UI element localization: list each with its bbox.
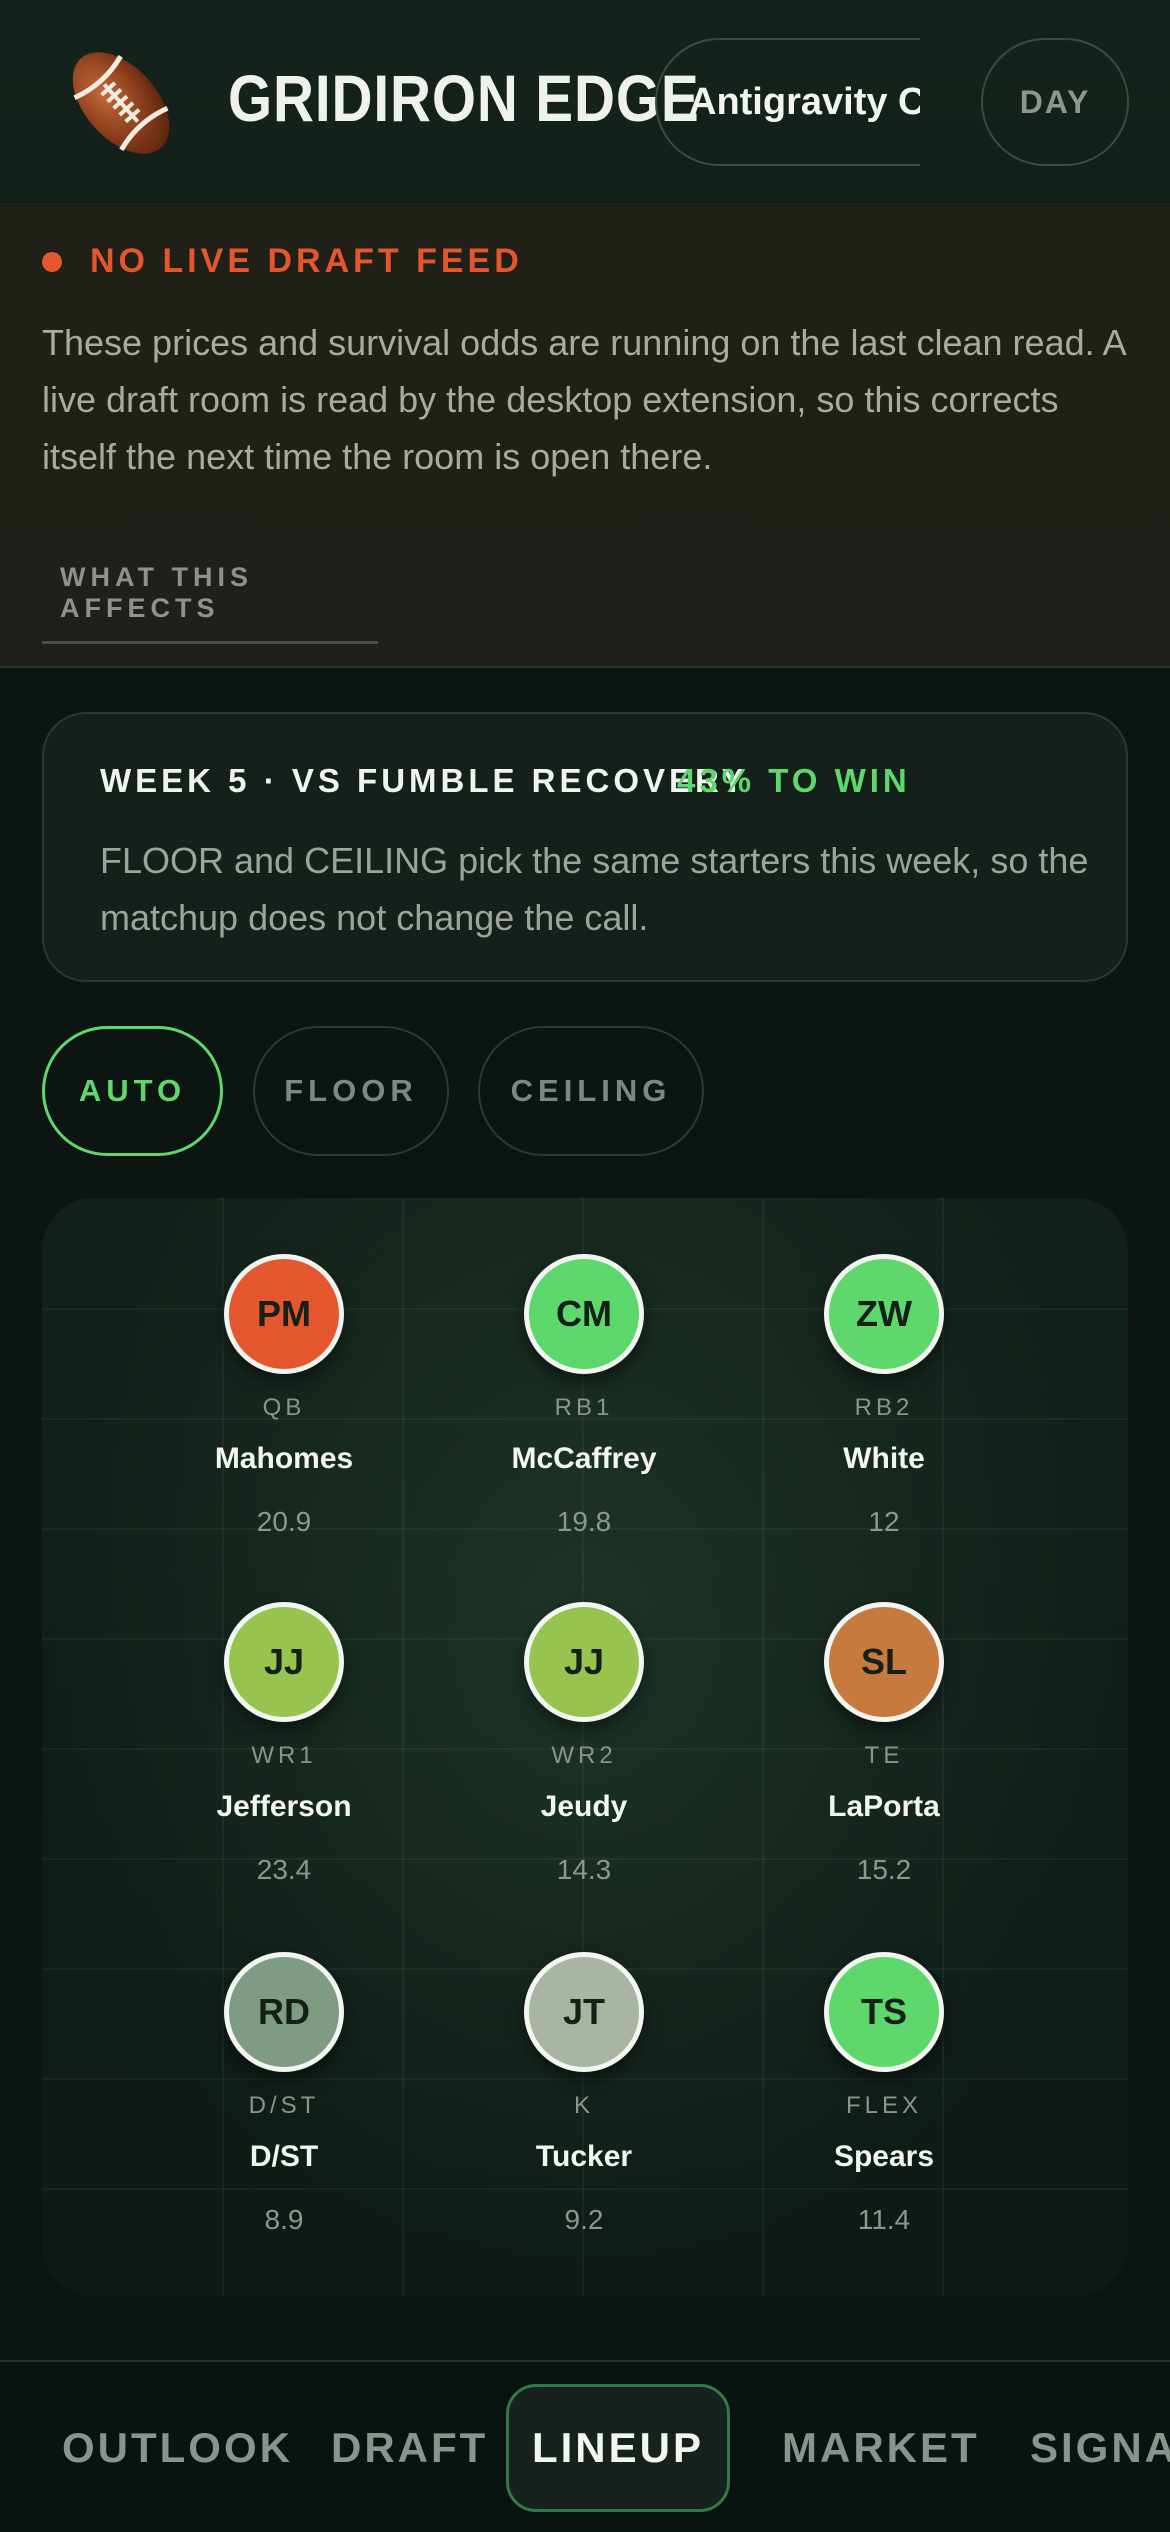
player-name: Tucker xyxy=(535,2140,633,2173)
player-name: Jeudy xyxy=(540,1790,628,1823)
player-slot-qb[interactable]: PM QB Mahomes 20.9 xyxy=(164,1254,404,1584)
matchup-card: WEEK 5 · VS FUMBLE RECOVERY 43% TO WIN F… xyxy=(42,712,1128,982)
nav-outlook[interactable]: OUTLOOK xyxy=(62,2362,293,2532)
alert-title: NO LIVE DRAFT FEED xyxy=(90,242,523,280)
nav-lineup[interactable]: LINEUP xyxy=(506,2384,730,2512)
player-points: 23.4 xyxy=(256,1854,312,1885)
player-slot-dst[interactable]: RD D/ST D/ST 8.9 xyxy=(164,1952,404,2282)
player-name: Spears xyxy=(833,2140,935,2173)
player-position: QB xyxy=(262,1394,306,1421)
player-position: RB1 xyxy=(554,1394,614,1421)
player-avatar: ZW xyxy=(824,1254,944,1374)
matchup-note: FLOOR and CEILING pick the same starters… xyxy=(100,840,1089,938)
player-avatar: RD xyxy=(224,1952,344,2072)
player-position: FLEX xyxy=(845,2092,923,2119)
mode-auto-button[interactable]: AUTO xyxy=(42,1026,223,1156)
player-avatar: SL xyxy=(824,1602,944,1722)
alert-body: These prices and survival odds are runni… xyxy=(42,322,1125,477)
player-avatar: TS xyxy=(824,1952,944,2072)
player-points: 19.8 xyxy=(556,1506,612,1537)
player-position: WR2 xyxy=(551,1742,617,1769)
player-slot-rb2[interactable]: ZW RB2 White 12 xyxy=(764,1254,1004,1584)
feed-alert: NO LIVE DRAFT FEED These prices and surv… xyxy=(0,206,1170,668)
nav-market[interactable]: MARKET xyxy=(782,2362,980,2532)
player-avatar: JJ xyxy=(224,1602,344,1722)
win-odds: 43% TO WIN xyxy=(677,762,911,799)
player-avatar: PM xyxy=(224,1254,344,1374)
player-slot-rb1[interactable]: CM RB1 McCaffrey 19.8 xyxy=(464,1254,704,1584)
player-points: 9.2 xyxy=(564,2204,604,2235)
player-name: D/ST xyxy=(249,2140,319,2173)
player-points: 12 xyxy=(868,1506,900,1537)
player-name: Mahomes xyxy=(214,1442,354,1475)
player-name: LaPorta xyxy=(828,1790,940,1823)
player-position: WR1 xyxy=(251,1742,317,1769)
nav-draft[interactable]: DRAFT xyxy=(331,2362,488,2532)
lineup-field: PM QB Mahomes 20.9 CM RB1 McCaffrey 19.8… xyxy=(42,1198,1128,2296)
app-header: GRIDIRON EDGE Antigravity Cha DAY xyxy=(0,0,1170,205)
team-name: Antigravity Cha xyxy=(689,80,920,123)
player-points: 14.3 xyxy=(556,1854,612,1885)
what-this-affects-button[interactable]: WHAT THIS AFFECTS xyxy=(42,532,378,644)
player-position: D/ST xyxy=(248,2092,320,2119)
player-slot-te[interactable]: SL TE LaPorta 15.2 xyxy=(764,1602,1004,1932)
nav-signals[interactable]: SIGNAL xyxy=(1030,2362,1170,2532)
bottom-nav: OUTLOOK DRAFT LINEUP MARKET SIGNAL xyxy=(0,2360,1170,2532)
player-slot-wr1[interactable]: JJ WR1 Jefferson 23.4 xyxy=(164,1602,404,1932)
player-avatar: JJ xyxy=(524,1602,644,1722)
player-position: K xyxy=(573,2092,594,2119)
day-mode-toggle[interactable]: DAY xyxy=(981,38,1129,166)
player-points: 20.9 xyxy=(256,1506,312,1537)
player-points: 8.9 xyxy=(264,2204,304,2235)
player-avatar: JT xyxy=(524,1952,644,2072)
alert-dot-icon xyxy=(42,252,62,272)
player-name: White xyxy=(843,1442,925,1475)
app-title: GRIDIRON EDGE xyxy=(228,61,700,135)
football-icon xyxy=(72,52,170,154)
matchup-title: WEEK 5 · VS FUMBLE RECOVERY xyxy=(100,762,748,799)
player-slot-flex[interactable]: TS FLEX Spears 11.4 xyxy=(764,1952,1004,2282)
player-points: 11.4 xyxy=(857,2204,911,2235)
player-position: RB2 xyxy=(854,1394,914,1421)
player-position: TE xyxy=(864,1742,904,1769)
player-name: Jefferson xyxy=(216,1790,352,1823)
player-avatar: CM xyxy=(524,1254,644,1374)
player-name: McCaffrey xyxy=(511,1442,657,1475)
mode-floor-button[interactable]: FLOOR xyxy=(253,1026,449,1156)
team-selector[interactable]: Antigravity Cha xyxy=(655,38,920,166)
player-slot-wr2[interactable]: JJ WR2 Jeudy 14.3 xyxy=(464,1602,704,1932)
mode-ceiling-button[interactable]: CEILING xyxy=(478,1026,704,1156)
player-slot-k[interactable]: JT K Tucker 9.2 xyxy=(464,1952,704,2282)
player-points: 15.2 xyxy=(856,1854,912,1885)
